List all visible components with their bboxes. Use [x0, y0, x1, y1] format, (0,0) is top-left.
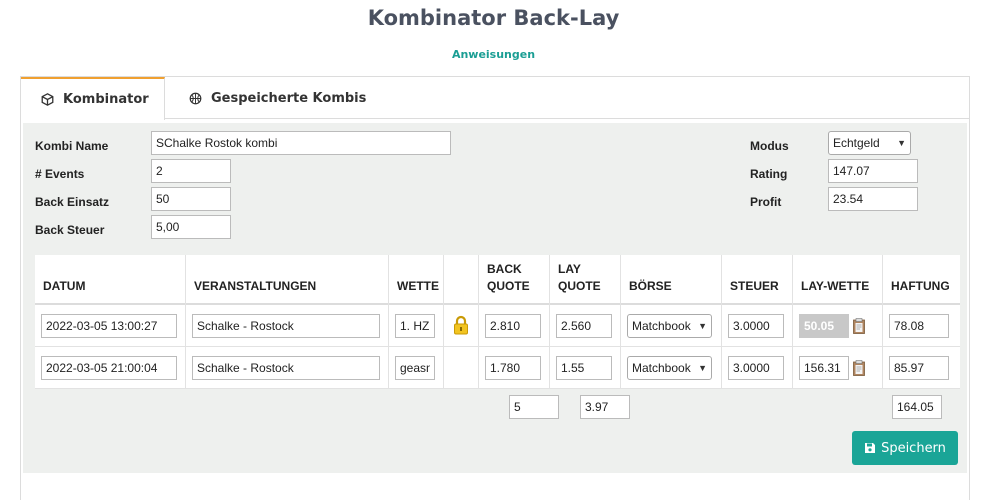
clipboard-icon[interactable] — [853, 318, 865, 334]
back-steuer-input[interactable] — [151, 215, 231, 239]
kombi-name-input[interactable] — [151, 131, 451, 155]
lay-wette-input[interactable] — [799, 356, 849, 380]
floppy-disk-icon — [865, 443, 876, 453]
tab-bar: Kombinator Gespeicherte Kombis — [21, 77, 969, 120]
header-boerse: BÖRSE — [621, 255, 722, 305]
header-haftung: HAFTUNG — [891, 279, 950, 293]
profit-label: Profit — [750, 195, 782, 209]
veranstaltung-input[interactable] — [192, 356, 380, 380]
steuer-input[interactable] — [728, 314, 784, 338]
header-veranstaltungen: VERANSTALTUNGEN — [186, 255, 389, 305]
save-button[interactable]: Speichern — [852, 431, 958, 465]
lay-wette-input[interactable] — [799, 314, 849, 338]
kombinator-panel: Kombi Name # Events Back Einsatz Back St… — [23, 123, 967, 473]
veranstaltung-input[interactable] — [192, 314, 380, 338]
tab-gespeicherte-label: Gespeicherte Kombis — [211, 90, 367, 106]
total-lay-quote[interactable] — [580, 395, 630, 419]
events-table: DATUM VERANSTALTUNGEN WETTE BACK QUOTE L… — [35, 255, 960, 389]
events-label: # Events — [35, 167, 85, 181]
back-einsatz-input[interactable] — [151, 187, 231, 211]
back-quote-input[interactable] — [485, 314, 541, 338]
back-quote-input[interactable] — [485, 356, 541, 380]
profit-input[interactable] — [828, 187, 918, 211]
instructions-link[interactable]: Anweisungen — [0, 48, 987, 61]
haftung-input[interactable] — [889, 356, 949, 380]
table-header: DATUM VERANSTALTUNGEN WETTE BACK QUOTE L… — [35, 255, 960, 305]
rating-label: Rating — [750, 167, 788, 181]
haftung-input[interactable] — [889, 314, 949, 338]
modus-value: Echtgeld — [833, 136, 880, 150]
tab-kombinator[interactable]: Kombinator — [21, 77, 165, 120]
lay-quote-input[interactable] — [556, 314, 612, 338]
datum-input[interactable] — [41, 356, 177, 380]
back-einsatz-label: Back Einsatz — [35, 195, 110, 209]
header-lock — [444, 255, 479, 305]
main-card: Kombinator Gespeicherte Kombis Kombi Nam… — [20, 76, 970, 500]
boerse-value: Matchbook — [632, 319, 691, 333]
chevron-down-icon: ▼ — [698, 321, 707, 331]
boerse-select[interactable]: Matchbook ▼ — [627, 356, 712, 380]
datum-input[interactable] — [41, 314, 177, 338]
save-button-label: Speichern — [881, 440, 946, 456]
table-row: Matchbook ▼ — [35, 347, 960, 389]
total-back-quote[interactable] — [509, 395, 559, 419]
chevron-down-icon: ▼ — [897, 138, 906, 148]
wette-input[interactable] — [395, 314, 435, 338]
boerse-value: Matchbook — [632, 361, 691, 375]
basketball-icon — [189, 92, 202, 104]
boerse-select[interactable]: Matchbook ▼ — [627, 314, 712, 338]
table-row: Matchbook ▼ — [35, 305, 960, 347]
header-lay-wette: LAY-WETTE — [793, 255, 883, 305]
page-title: Kombinator Back-Lay — [367, 6, 620, 30]
chevron-down-icon: ▼ — [698, 363, 707, 373]
cube-icon — [41, 93, 54, 106]
tab-kombinator-label: Kombinator — [63, 92, 149, 107]
steuer-input[interactable] — [728, 356, 784, 380]
lock-icon[interactable] — [453, 315, 469, 335]
header-lay-quote: LAY QUOTE — [550, 255, 621, 305]
header-wette: WETTE — [389, 255, 444, 305]
header-back-quote: BACK QUOTE — [479, 255, 550, 305]
modus-select[interactable]: Echtgeld ▼ — [828, 131, 911, 155]
back-steuer-label: Back Steuer — [35, 223, 105, 237]
header-steuer: STEUER — [722, 255, 793, 305]
kombi-name-label: Kombi Name — [35, 139, 109, 153]
clipboard-icon[interactable] — [853, 360, 865, 376]
events-input[interactable] — [151, 159, 231, 183]
modus-label: Modus — [750, 139, 789, 153]
total-haftung[interactable] — [892, 395, 942, 419]
wette-input[interactable] — [395, 356, 435, 380]
rating-input[interactable] — [828, 159, 918, 183]
lay-quote-input[interactable] — [556, 356, 612, 380]
header-datum: DATUM — [35, 255, 186, 305]
tab-gespeicherte-kombis[interactable]: Gespeicherte Kombis — [165, 77, 366, 119]
